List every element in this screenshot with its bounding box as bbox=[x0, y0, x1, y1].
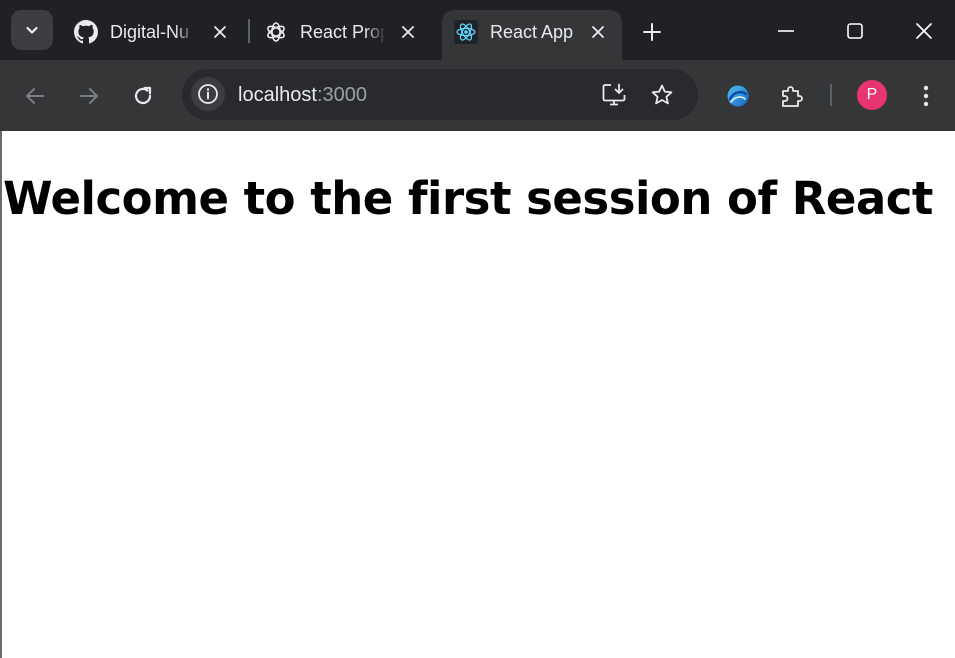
back-button[interactable] bbox=[20, 81, 50, 111]
close-icon[interactable] bbox=[396, 20, 420, 44]
install-app-button[interactable] bbox=[600, 81, 628, 109]
puzzle-icon bbox=[782, 86, 803, 107]
openai-icon bbox=[264, 20, 288, 44]
reload-icon bbox=[134, 86, 152, 105]
github-icon bbox=[74, 20, 98, 44]
profile-avatar[interactable]: P bbox=[857, 80, 887, 110]
minimize-icon bbox=[778, 30, 794, 32]
forward-button[interactable] bbox=[74, 81, 104, 111]
page-heading: Welcome to the first session of React bbox=[3, 172, 933, 225]
extension-button[interactable] bbox=[722, 80, 754, 112]
more-vertical-icon bbox=[923, 85, 929, 107]
chevron-down-icon bbox=[26, 26, 38, 34]
star-icon bbox=[651, 84, 673, 105]
url-text[interactable]: localhost:3000 bbox=[238, 83, 367, 107]
maximize-button[interactable] bbox=[837, 14, 873, 48]
close-icon bbox=[916, 23, 932, 39]
url-port: :3000 bbox=[316, 84, 367, 106]
info-icon bbox=[198, 84, 218, 104]
maximize-icon bbox=[847, 23, 863, 39]
extension-logo-icon bbox=[727, 85, 749, 107]
address-bar[interactable]: localhost:3000 bbox=[182, 69, 698, 120]
tab-title: React Prop bbox=[300, 22, 386, 42]
close-icon[interactable] bbox=[208, 20, 232, 44]
url-host: localhost bbox=[238, 84, 317, 106]
browser-toolbar: localhost:3000 bbox=[0, 60, 955, 131]
tab-separator bbox=[248, 19, 250, 43]
tab-title: Digital-Nu bbox=[110, 22, 190, 42]
minimize-button[interactable] bbox=[768, 14, 804, 48]
reload-button[interactable] bbox=[128, 81, 158, 111]
arrow-left-icon bbox=[26, 88, 44, 104]
site-info-button[interactable] bbox=[191, 77, 225, 111]
tab-react-prop[interactable]: React Prop bbox=[252, 10, 432, 60]
tab-digital-nu[interactable]: Digital-Nu bbox=[62, 10, 242, 60]
page-viewport: Welcome to the first session of React bbox=[0, 131, 955, 658]
tab-search-button[interactable] bbox=[11, 10, 53, 50]
tab-title: React App bbox=[490, 22, 574, 42]
react-icon bbox=[454, 20, 478, 44]
install-desktop-icon bbox=[602, 83, 626, 106]
new-tab-button[interactable] bbox=[638, 18, 666, 46]
toolbar-divider bbox=[830, 84, 832, 106]
close-icon[interactable] bbox=[586, 20, 610, 44]
tab-react-app[interactable]: React App bbox=[442, 10, 622, 60]
close-window-button[interactable] bbox=[906, 14, 942, 48]
tab-strip: Digital-Nu React Prop React App bbox=[0, 0, 955, 60]
plus-icon bbox=[643, 23, 661, 41]
bookmark-button[interactable] bbox=[648, 81, 676, 109]
menu-button[interactable] bbox=[912, 80, 940, 112]
arrow-right-icon bbox=[80, 88, 98, 104]
extensions-button[interactable] bbox=[776, 80, 808, 112]
